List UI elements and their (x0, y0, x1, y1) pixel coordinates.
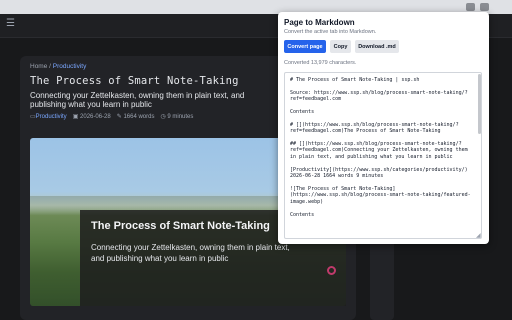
page-title: The Process of Smart Note-Taking (30, 75, 239, 87)
markdown-scrollbar[interactable] (478, 74, 481, 134)
site-logo-icon (327, 266, 336, 275)
breadcrumb: Home / Productivity (30, 63, 86, 70)
extension-icon[interactable] (480, 3, 489, 11)
copy-button[interactable]: Copy (330, 40, 351, 53)
category-label: Productivity (35, 114, 67, 120)
popup-description: Convert the active tab into Markdown. (284, 29, 377, 35)
menu-icon[interactable]: ☰ (6, 18, 15, 29)
breadcrumb-current[interactable]: Productivity (53, 63, 87, 70)
featured-image-title: The Process of Smart Note-Taking (91, 220, 270, 232)
read-time: ◷ 9 minutes (160, 113, 193, 120)
date-label: 2026-06-28 (80, 114, 111, 120)
post-date: ▣ 2026-06-28 (73, 113, 111, 120)
breadcrumb-home[interactable]: Home (30, 63, 47, 70)
read-time-label: 9 minutes (167, 114, 194, 120)
convert-page-button[interactable]: Convert page (284, 40, 326, 53)
word-count: ✎ 1664 words (117, 113, 155, 120)
conversion-status: Converted 13,979 characters. (284, 60, 357, 66)
post-meta: ▭Productivity ▣ 2026-06-28 ✎ 1664 words … (30, 113, 193, 120)
category-link[interactable]: ▭Productivity (30, 113, 67, 120)
page-subtitle: Connecting your Zettelkasten, owning the… (30, 91, 245, 109)
featured-image-subtitle: Connecting your Zettelkasten, owning the… (91, 243, 290, 263)
download-md-button[interactable]: Download .md (355, 40, 399, 53)
markdown-output[interactable]: # The Process of Smart Note-Taking | ssp… (284, 72, 482, 239)
popup-title: Page to Markdown (284, 18, 355, 27)
resize-handle-icon[interactable]: ◢ (476, 232, 481, 239)
word-count-label: 1664 words (123, 114, 155, 120)
extension-icon[interactable] (466, 3, 475, 11)
calendar-icon: ▣ (72, 114, 81, 120)
